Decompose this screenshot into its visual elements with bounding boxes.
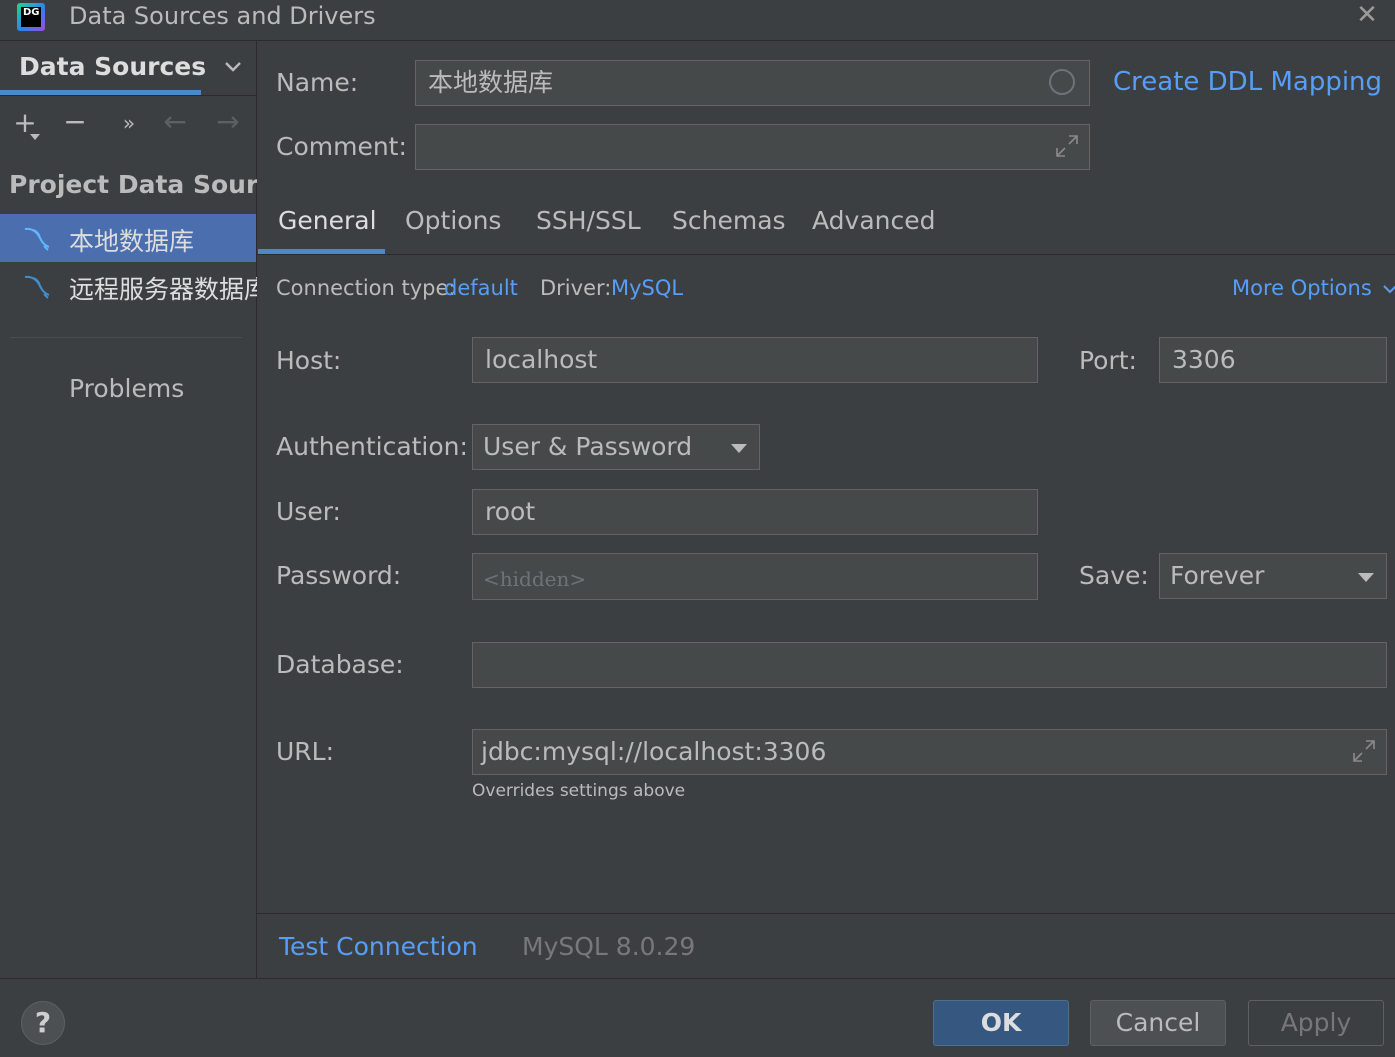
authentication-select[interactable]: User & Password bbox=[472, 424, 760, 470]
more-actions-icon[interactable]: » bbox=[116, 108, 142, 138]
dropdown-arrow-icon bbox=[731, 444, 747, 453]
add-icon[interactable]: + bbox=[12, 108, 40, 140]
comment-label: Comment: bbox=[276, 132, 407, 161]
driver-link[interactable]: MySQL bbox=[611, 276, 683, 300]
divider bbox=[0, 95, 256, 96]
mysql-dolphin-icon bbox=[24, 227, 50, 251]
add-dropdown-indicator-icon bbox=[30, 134, 40, 140]
color-circle-icon[interactable] bbox=[1049, 69, 1075, 95]
authentication-label: Authentication: bbox=[276, 432, 468, 461]
expand-icon[interactable] bbox=[1351, 738, 1377, 764]
remove-icon[interactable]: − bbox=[62, 107, 88, 137]
back-arrow-icon[interactable]: ← bbox=[160, 107, 190, 137]
ok-button[interactable]: OK bbox=[933, 1000, 1069, 1046]
forward-arrow-icon[interactable]: → bbox=[213, 107, 243, 137]
more-options-link[interactable]: More Options bbox=[1232, 276, 1395, 300]
save-label: Save: bbox=[1079, 561, 1149, 590]
mysql-dolphin-icon bbox=[24, 275, 50, 299]
test-connection-link[interactable]: Test Connection bbox=[279, 932, 478, 961]
expand-icon[interactable] bbox=[1054, 133, 1080, 159]
driver-label: Driver: bbox=[540, 276, 612, 300]
divider bbox=[10, 337, 242, 338]
datasource-item-label: 远程服务器数据库 bbox=[69, 275, 270, 304]
chevron-down-icon bbox=[1383, 285, 1395, 294]
save-select-value: Forever bbox=[1170, 561, 1265, 590]
save-select[interactable]: Forever bbox=[1159, 553, 1387, 599]
host-label: Host: bbox=[276, 346, 342, 375]
authentication-select-value: User & Password bbox=[483, 432, 693, 461]
more-options-label: More Options bbox=[1232, 276, 1372, 300]
create-ddl-mapping-link[interactable]: Create DDL Mapping bbox=[1113, 67, 1382, 97]
apply-button[interactable]: Apply bbox=[1248, 1000, 1384, 1046]
url-input-value: jdbc:mysql://localhost:3306 bbox=[481, 737, 827, 766]
port-input-value: 3306 bbox=[1172, 345, 1236, 374]
database-label: Database: bbox=[276, 650, 404, 679]
sidebar-item-problems[interactable]: Problems bbox=[69, 374, 184, 403]
password-placeholder: <hidden> bbox=[483, 567, 587, 591]
connection-type-link[interactable]: default bbox=[444, 276, 518, 300]
port-input[interactable]: 3306 bbox=[1159, 337, 1387, 383]
datagrip-logo-icon: DG bbox=[17, 3, 45, 31]
datasource-item-local[interactable]: 本地数据库 bbox=[0, 214, 256, 262]
tab-general[interactable]: General bbox=[278, 206, 377, 235]
name-input[interactable]: 本地数据库 bbox=[415, 60, 1090, 106]
database-input[interactable] bbox=[472, 642, 1387, 688]
port-label: Port: bbox=[1079, 346, 1137, 375]
tab-active-underline bbox=[258, 249, 385, 254]
tab-data-sources-label: Data Sources bbox=[19, 52, 207, 81]
comment-input[interactable] bbox=[415, 124, 1090, 170]
tab-options[interactable]: Options bbox=[405, 206, 501, 235]
name-label: Name: bbox=[276, 68, 359, 97]
url-hint: Overrides settings above bbox=[472, 781, 686, 801]
datasource-item-label: 本地数据库 bbox=[69, 227, 195, 256]
close-icon[interactable]: ✕ bbox=[1354, 2, 1380, 28]
user-label: User: bbox=[276, 497, 341, 526]
app-logo-text: DG bbox=[21, 7, 41, 27]
tab-advanced[interactable]: Advanced bbox=[812, 206, 936, 235]
window-title: Data Sources and Drivers bbox=[69, 2, 376, 30]
url-input[interactable]: jdbc:mysql://localhost:3306 bbox=[472, 729, 1387, 775]
name-input-value: 本地数据库 bbox=[428, 68, 554, 97]
help-button[interactable]: ? bbox=[21, 1001, 65, 1045]
cancel-button[interactable]: Cancel bbox=[1090, 1000, 1226, 1046]
dropdown-arrow-icon bbox=[1358, 573, 1374, 582]
driver-version-text: MySQL 8.0.29 bbox=[522, 932, 696, 961]
tab-schemas[interactable]: Schemas bbox=[672, 206, 786, 235]
datasource-item-remote[interactable]: 远程服务器数据库 bbox=[0, 262, 269, 310]
url-label: URL: bbox=[276, 737, 335, 766]
user-input[interactable]: root bbox=[472, 489, 1038, 535]
user-input-value: root bbox=[485, 497, 536, 526]
host-input-value: localhost bbox=[485, 345, 598, 374]
password-label: Password: bbox=[276, 561, 402, 590]
host-input[interactable]: localhost bbox=[472, 337, 1038, 383]
chevron-down-icon[interactable] bbox=[220, 55, 246, 85]
tab-ssh-ssl[interactable]: SSH/SSL bbox=[536, 206, 641, 235]
password-input[interactable]: <hidden> bbox=[472, 553, 1038, 600]
connection-type-label: Connection type: bbox=[276, 276, 456, 300]
